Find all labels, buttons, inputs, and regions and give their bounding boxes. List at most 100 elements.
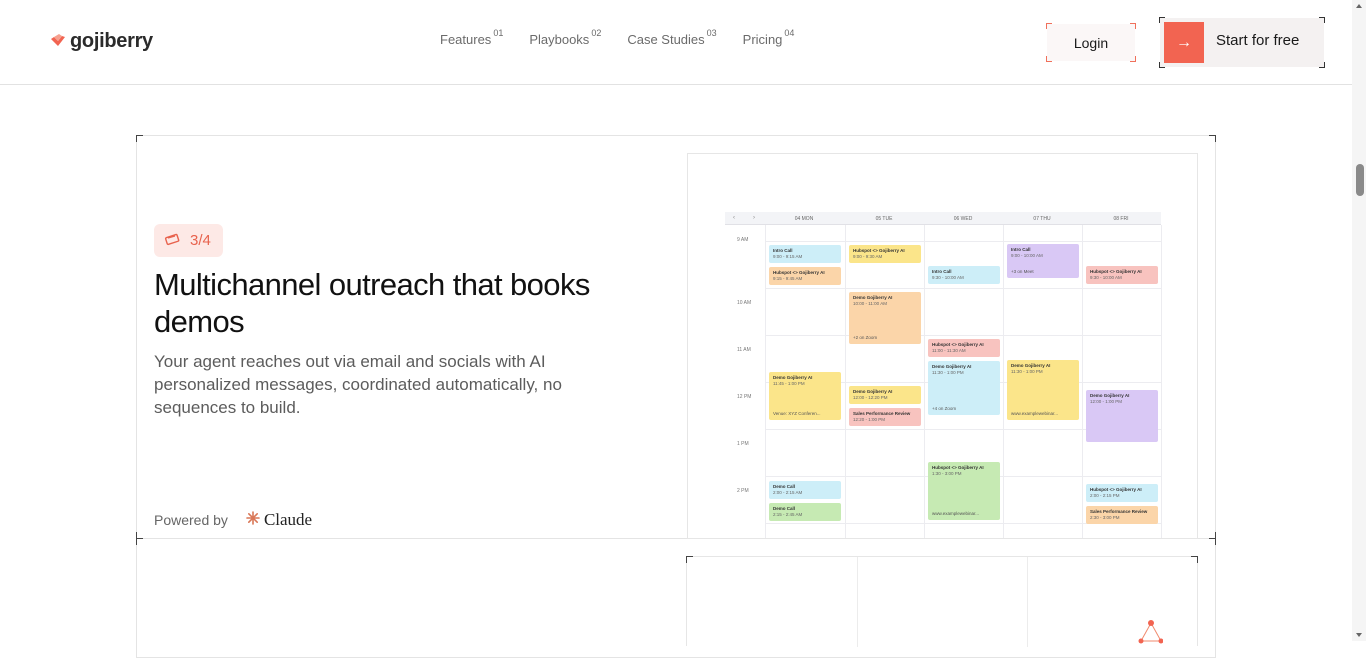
scroll-down-icon[interactable] — [1356, 633, 1362, 637]
day-header: 04 MON — [794, 216, 814, 222]
calendar-header: ‹ › 04 MON 05 TUE 06 WED 07 THU 08 FRI — [725, 212, 1161, 225]
brand-logo[interactable]: gojiberry — [50, 30, 153, 53]
calendar-event[interactable]: Demo Call 2:15 - 2:45 AM — [769, 503, 841, 521]
event-meta: Venue: XYZ Conferen... — [773, 411, 821, 416]
step-counter: 3/4 — [190, 232, 211, 249]
event-meta: +3 on Meet — [1011, 269, 1034, 274]
event-time: 11:30 - 1:00 PM — [1011, 369, 1043, 374]
next-feature-preview — [686, 556, 1198, 647]
day-header: 06 WED — [953, 216, 973, 222]
hour-label: 10 AM — [737, 300, 752, 306]
event-time: 2:15 - 2:45 AM — [773, 512, 803, 517]
powered-by-label: Powered by — [154, 512, 228, 528]
nav-item-playbooks[interactable]: Playbooks 02 — [529, 28, 601, 47]
event-time: 10:00 - 11:00 AM — [853, 301, 887, 306]
event-meta: www.examplewebinar... — [932, 511, 980, 516]
calendar-event[interactable]: Hubspot <> Gojiberry AI 11:00 - 11:30 AM — [928, 339, 1000, 357]
login-button[interactable]: Login — [1046, 23, 1136, 62]
next-week-icon[interactable]: › — [753, 215, 755, 221]
calendar-event[interactable]: Sales Performance Review 2:30 - 3:00 PM — [1086, 506, 1158, 524]
site-header: gojiberry Features 01 Playbooks 02 Case St… — [0, 0, 1352, 85]
event-time: 2:30 - 3:00 PM — [1090, 515, 1120, 520]
claude-wordmark: Claude — [263, 510, 313, 529]
nav-label: Features — [440, 32, 492, 47]
column-divider — [857, 557, 858, 647]
powered-by: Powered by Claude — [154, 510, 312, 530]
calendar-hour-line — [765, 241, 1161, 242]
login-label: Login — [1073, 34, 1109, 51]
nav-index: 03 — [706, 28, 717, 38]
event-time: 1:30 - 3:00 PM — [932, 471, 962, 476]
calendar-event[interactable]: Hubspot <> Gojiberry AI 9:00 - 9:30 AM — [849, 245, 921, 263]
calendar-grid: ‹ › 04 MON 05 TUE 06 WED 07 THU 08 FRI 9… — [725, 212, 1162, 538]
calendar-event[interactable]: Demo Gojiberry AI 12:00 - 1:00 PM — [1086, 390, 1158, 442]
event-time: 11:45 - 1:00 PM — [773, 381, 805, 386]
calendar-event[interactable]: Demo Gojiberry AI 11:30 - 1:00 PM +4 on Zo… — [928, 361, 1000, 415]
main-nav: Features 01 Playbooks 02 Case Studies 03 Pr… — [440, 28, 795, 47]
scroll-up-icon[interactable] — [1356, 4, 1362, 8]
calendar-event[interactable]: Sales Performance Review 12:20 - 1:00 PM — [849, 408, 921, 426]
event-time: 2:00 - 2:15 AM — [773, 490, 803, 495]
calendar-event[interactable]: Intro Call 9:30 - 10:00 AM — [928, 266, 1000, 284]
event-time: 12:00 - 1:00 PM — [1090, 399, 1123, 404]
hour-label: 1 PM — [737, 441, 749, 447]
nav-item-pricing[interactable]: Pricing 04 — [742, 28, 795, 47]
arrow-right-icon: → — [1164, 22, 1204, 63]
hour-label: 11 AM — [737, 347, 751, 353]
event-time: 11:30 - 1:00 PM — [932, 370, 964, 375]
nav-index: 02 — [591, 28, 602, 38]
calendar-event[interactable]: Demo Gojiberry AI 11:30 - 1:00 PM www.exam… — [1007, 360, 1079, 420]
column-divider — [1027, 557, 1028, 647]
calendar-event[interactable]: Demo Call 2:00 - 2:15 AM — [769, 481, 841, 499]
prev-week-icon[interactable]: ‹ — [733, 215, 735, 221]
brand-name: gojiberry — [70, 30, 153, 52]
claude-logo: Claude — [246, 510, 312, 530]
calendar-hour-line — [765, 288, 1161, 289]
calendar-event[interactable]: Demo Gojiberry AI 11:45 - 1:00 PM Venue: X… — [769, 372, 841, 420]
calendar-event[interactable]: Demo Gojiberry AI 12:00 - 12:20 PM — [849, 386, 921, 404]
event-time: 9:30 - 10:00 AM — [1090, 275, 1122, 280]
calendar-hour-line — [765, 335, 1161, 336]
nav-index: 04 — [784, 28, 795, 38]
feature-headline: Multichannel outreach that books demos — [154, 267, 590, 339]
event-time: 12:00 - 12:20 PM — [853, 395, 888, 400]
page-scrollbar[interactable] — [1352, 0, 1366, 641]
event-time: 9:15 - 9:45 AM — [773, 276, 803, 281]
calendar-event[interactable]: Demo Gojiberry AI 10:00 - 11:00 AM +2 on Z… — [849, 292, 921, 344]
event-time: 11:00 - 11:30 AM — [932, 348, 966, 353]
hour-label: 2 PM — [737, 488, 749, 494]
calendar-event[interactable]: Hubspot <> Gojiberry AI 9:30 - 10:00 AM — [1086, 266, 1158, 284]
nav-index: 01 — [493, 28, 504, 38]
nav-label: Pricing — [742, 32, 783, 47]
nav-label: Case Studies — [627, 32, 705, 47]
nav-item-case-studies[interactable]: Case Studies 03 — [627, 28, 716, 47]
day-header: 08 FRI — [1113, 216, 1129, 222]
hour-label: 12 PM — [737, 394, 752, 400]
step-badge: 3/4 — [154, 224, 223, 257]
calendar-event[interactable]: Intro Call 9:00 - 10:00 AM +3 on Meet — [1007, 244, 1079, 278]
scrollbar-thumb[interactable] — [1356, 164, 1364, 196]
gojiberry-logo-icon — [50, 33, 66, 51]
event-time: 9:00 - 10:00 AM — [1011, 253, 1043, 258]
calendar-event[interactable]: Hubspot <> Gojiberry AI 1:30 - 3:00 PM www… — [928, 462, 1000, 520]
feature-description: Your agent reaches out via email and soc… — [154, 352, 562, 417]
nav-item-features[interactable]: Features 01 — [440, 28, 503, 47]
calendar-preview: ‹ › 04 MON 05 TUE 06 WED 07 THU 08 FRI 9… — [687, 153, 1198, 539]
event-time: 12:20 - 1:00 PM — [853, 417, 886, 422]
outreach-icon — [164, 232, 182, 250]
event-time: 9:00 - 9:30 AM — [853, 254, 883, 259]
calendar-event[interactable]: Hubspot <> Gojiberry AI 2:00 - 2:15 PM — [1086, 484, 1158, 502]
event-meta: +4 on Zoom — [932, 406, 957, 411]
calendar-event[interactable]: Hubspot <> Gojiberry AI 9:15 - 9:45 AM — [769, 267, 841, 285]
hour-label: 9 AM — [737, 237, 749, 243]
event-meta: www.examplewebinar... — [1011, 411, 1059, 416]
start-for-free-button[interactable]: → Start for free — [1159, 17, 1325, 68]
start-label: Start for free — [1216, 32, 1300, 49]
day-header: 05 TUE — [875, 216, 893, 222]
calendar-event[interactable]: Intro Call 9:00 - 9:15 AM — [769, 245, 841, 263]
calendar-column-line — [1161, 225, 1162, 538]
event-meta: +2 on Zoom — [853, 335, 878, 340]
event-time: 9:00 - 9:15 AM — [773, 254, 803, 259]
event-time: 2:00 - 2:15 PM — [1090, 493, 1120, 498]
claude-spark-icon — [246, 510, 260, 530]
